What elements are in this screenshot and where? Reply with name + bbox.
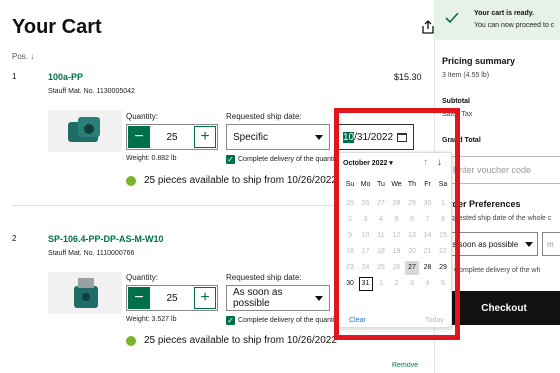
- ship-date-label: Requested ship date:: [226, 273, 302, 282]
- chevron-down-icon: [525, 241, 533, 247]
- chevron-down-icon: [315, 134, 323, 140]
- remove-item-link[interactable]: Remove: [392, 362, 418, 369]
- product-name-link[interactable]: 100a-PP: [48, 72, 83, 82]
- quantity-stepper: − 25 +: [126, 124, 218, 150]
- ship-date-select[interactable]: As soon as possible: [226, 285, 330, 311]
- availability-dot-icon: [126, 335, 136, 346]
- item-weight: Weight: 3.527 lb: [126, 316, 177, 323]
- item-position: 1: [12, 72, 17, 81]
- order-ship-date-field-value: m: [547, 239, 554, 249]
- complete-delivery-label: Complete delivery of the quantity: [238, 156, 340, 163]
- order-ship-date-field[interactable]: m: [542, 232, 560, 256]
- decrease-quantity-button[interactable]: −: [128, 126, 150, 148]
- availability-status: 25 pieces available to ship from 10/26/2…: [126, 335, 337, 346]
- material-number: Stauff Mat. No. 1110000766: [48, 250, 135, 257]
- complete-delivery-checkbox[interactable]: ✓ Complete delivery of the quantity: [226, 155, 340, 164]
- sort-by-position[interactable]: Pos. ↓: [12, 52, 34, 61]
- ship-date-option: Specific: [233, 131, 269, 143]
- availability-text: 25 pieces available to ship from 10/26/2…: [144, 335, 337, 346]
- page-title: Your Cart: [12, 16, 102, 38]
- quantity-label: Quantity:: [126, 112, 159, 121]
- chevron-down-icon: [315, 295, 323, 301]
- pricing-item-count: 3 Item (4.55 lb): [442, 72, 490, 79]
- share-icon[interactable]: [422, 20, 434, 34]
- quantity-stepper: − 25 +: [126, 285, 218, 311]
- material-number: Stauff Mat. No. 1130005042: [48, 88, 135, 95]
- increase-quantity-button[interactable]: +: [194, 287, 216, 309]
- decrease-quantity-button[interactable]: −: [128, 287, 150, 309]
- item-price: $15.30: [394, 72, 422, 82]
- ship-date-select[interactable]: Specific: [226, 124, 330, 150]
- quantity-input[interactable]: 25: [151, 132, 193, 143]
- product-image: [48, 110, 122, 152]
- checkmark-icon: [445, 12, 459, 24]
- ship-date-option: As soon as possible: [233, 287, 283, 309]
- availability-status: 25 pieces available to ship from 10/26/2…: [126, 175, 337, 186]
- clamp-image-icon: [68, 117, 100, 142]
- availability-dot-icon: [126, 175, 136, 186]
- ship-date-label: Requested ship date:: [226, 112, 302, 121]
- quantity-label: Quantity:: [126, 273, 159, 282]
- product-name-link[interactable]: SP-106.4-PP-DP-AS-M-W10: [48, 234, 164, 244]
- item-position: 2: [12, 234, 17, 243]
- item-weight: Weight: 0.882 lb: [126, 155, 177, 162]
- complete-delivery-checkbox[interactable]: ✓ Complete delivery of the quantity: [226, 316, 340, 325]
- highlight-annotation-box: [334, 108, 460, 340]
- checkbox-checked-icon: ✓: [226, 316, 235, 325]
- order-complete-delivery-label: Complete delivery of the wh: [454, 267, 541, 274]
- availability-text: 25 pieces available to ship from 10/26/2…: [144, 175, 337, 186]
- complete-delivery-label: Complete delivery of the quantity: [238, 317, 340, 324]
- pricing-summary-title: Pricing summary: [442, 56, 516, 66]
- subtotal-label: Subtotal: [442, 98, 470, 105]
- increase-quantity-button[interactable]: +: [194, 126, 216, 148]
- checkbox-checked-icon: ✓: [226, 155, 235, 164]
- product-image: [48, 272, 122, 314]
- toast-text: You can now proceed to c: [474, 22, 555, 29]
- toast-title: Your cart is ready.: [474, 10, 535, 17]
- quantity-input[interactable]: 25: [151, 293, 193, 304]
- clamp-image-icon: [74, 278, 98, 308]
